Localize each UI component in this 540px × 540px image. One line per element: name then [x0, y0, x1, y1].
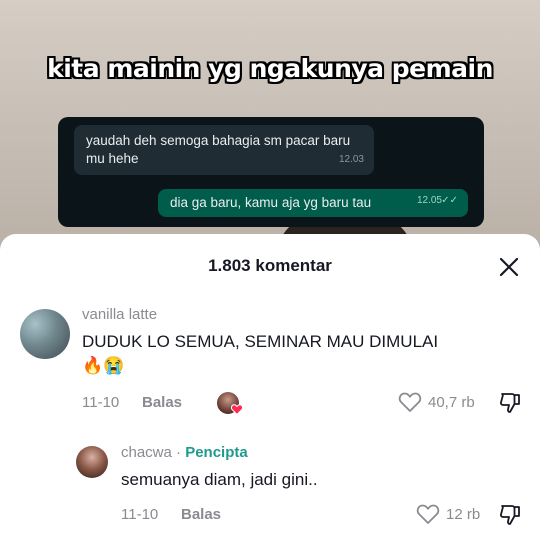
separator-dot: ·: [176, 444, 182, 461]
avatar[interactable]: [76, 446, 108, 478]
comment-body: DUDUK LO SEMUA, SEMINAR MAU DIMULAI: [82, 332, 439, 351]
like-group: 12 rb: [416, 503, 480, 525]
comment-emojis: 🔥😭: [82, 356, 125, 375]
like-count: 12 rb: [446, 505, 481, 523]
close-icon[interactable]: [498, 256, 520, 278]
outgoing-message-text: dia ga baru, kamu aja yg baru tau: [170, 195, 372, 210]
chat-screenshot: yaudah deh semoga bahagia sm pacar baru …: [58, 117, 484, 227]
thumbs-down-icon[interactable]: [498, 503, 522, 527]
heart-icon[interactable]: [416, 503, 440, 525]
comment-text: semuanya diam, jadi gini..: [121, 470, 318, 489]
comment-username-row: chacwa · Pencipta: [121, 444, 248, 461]
thumbs-down-icon[interactable]: [498, 391, 522, 415]
comments-count-title: 1.803 komentar: [208, 256, 332, 275]
comment-username[interactable]: chacwa: [121, 444, 172, 461]
avatar[interactable]: [20, 309, 70, 359]
comment-username[interactable]: vanilla latte: [82, 306, 157, 323]
incoming-message-text: yaudah deh semoga bahagia sm pacar baru …: [86, 133, 351, 166]
incoming-message-time: 12.03: [338, 154, 364, 165]
outgoing-message-bubble: dia ga baru, kamu aja yg baru tau 12.05 …: [158, 189, 468, 217]
comment-date: 11-10: [121, 506, 159, 523]
heart-icon[interactable]: [398, 391, 422, 413]
comment-date: 11-10: [82, 394, 120, 411]
incoming-message-bubble: yaudah deh semoga bahagia sm pacar baru …: [74, 125, 374, 175]
outgoing-message-time: 12.05: [416, 195, 442, 206]
reply-button[interactable]: Balas: [142, 394, 182, 411]
reply-button[interactable]: Balas: [181, 506, 221, 523]
comments-sheet: 1.803 komentar: [0, 234, 540, 540]
like-count: 40,7 rb: [428, 393, 475, 411]
comment-text: DUDUK LO SEMUA, SEMINAR MAU DIMULAI 🔥😭: [82, 330, 522, 378]
creator-liked-heart-icon: [230, 402, 244, 420]
video-caption-overlay: kita mainin yg ngakunya pemain: [47, 54, 493, 83]
like-group: 40,7 rb: [398, 391, 475, 413]
double-check-icon: ✓✓: [441, 195, 458, 206]
creator-badge: Pencipta: [185, 444, 248, 461]
